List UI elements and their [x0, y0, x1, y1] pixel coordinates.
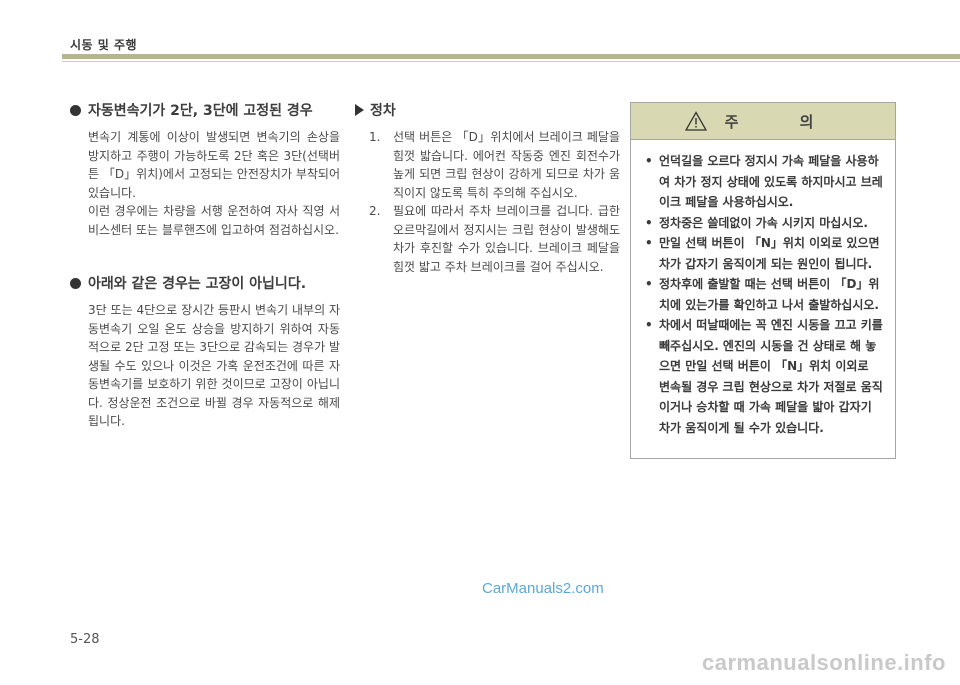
caution-title: 주 의 [724, 112, 842, 131]
page-header: 시동 및 주행 [0, 0, 960, 52]
section-body: 3단 또는 4단으로 장시간 등판시 변속기 내부의 자동변속기 오일 온도 상… [70, 301, 340, 431]
caution-header: 주 의 [631, 103, 895, 140]
list-number: 1. [369, 130, 381, 144]
caution-text: 정차후에 출발할 때는 선택 버튼이 「D」위치에 있는가를 확인하고 나서 출… [659, 277, 880, 312]
caution-item: • 정차중은 쓸데없이 가속 시키지 마십시오. [645, 213, 883, 234]
list-text: 선택 버튼은 「D」위치에서 브레이크 페달을 힘껏 밟습니다. 에어컨 작동중… [393, 130, 620, 200]
triangle-arrow-icon [355, 104, 364, 116]
bullet: • [645, 236, 653, 250]
list-number: 2. [369, 204, 381, 218]
caution-box: 주 의 • 언덕길을 오르다 정지시 가속 페달을 사용하여 차가 정지 상태에 … [630, 102, 896, 459]
bullet: • [645, 154, 653, 168]
list-text: 필요에 따라서 주차 브레이크를 겁니다. 급한 오르막길에서 정지시는 크립 … [393, 204, 620, 274]
section-title: 정차 [370, 103, 396, 119]
warning-triangle-icon [684, 111, 707, 131]
list-item: 1. 선택 버튼은 「D」위치에서 브레이크 페달을 힘껏 밟습니다. 에어컨 … [369, 128, 620, 202]
list-item: 2. 필요에 따라서 주차 브레이크를 겁니다. 급한 오르막길에서 정지시는 … [369, 202, 620, 276]
section-heading-fixed-gear: 자동변속기가 2단, 3단에 고정된 경우 [70, 100, 340, 120]
section-title: 자동변속기가 2단, 3단에 고정된 경우 [88, 103, 313, 119]
caution-item: • 언덕길을 오르다 정지시 가속 페달을 사용하여 차가 정지 상태에 있도록 … [645, 151, 883, 213]
left-column: 자동변속기가 2단, 3단에 고정된 경우 변속기 계통에 이상이 발생되면 변… [70, 100, 340, 431]
bullet: • [645, 277, 653, 291]
caution-text: 차에서 떠날때에는 꼭 엔진 시동을 끄고 키를 빼주십시오. 엔진의 시동을 … [659, 318, 883, 435]
caution-item: • 만일 선택 버튼이 「N」위치 이외로 있으면 차가 갑자기 움직이게 되는 … [645, 233, 883, 274]
caution-text: 언덕길을 오르다 정지시 가속 페달을 사용하여 차가 정지 상태에 있도록 하… [659, 154, 883, 209]
footer-watermark: carmanualsonline.info [702, 650, 946, 675]
header-divider [62, 54, 960, 59]
middle-column: 정차 1. 선택 버튼은 「D」위치에서 브레이크 페달을 힘껏 밟습니다. 에… [355, 100, 620, 276]
section-body: 변속기 계통에 이상이 발생되면 변속기의 손상을 방지하고 주행이 가능하도록… [70, 128, 340, 239]
page-number: 5-28 [70, 632, 100, 647]
caution-list: • 언덕길을 오르다 정지시 가속 페달을 사용하여 차가 정지 상태에 있도록 … [631, 140, 895, 438]
bullet-dot-icon [70, 277, 81, 289]
caution-item: • 정차후에 출발할 때는 선택 버튼이 「D」위치에 있는가를 확인하고 나서 … [645, 274, 883, 315]
section-heading-stopping: 정차 [355, 100, 620, 120]
header-divider-thin [62, 61, 960, 62]
bullet: • [645, 318, 653, 332]
section-title: 아래와 같은 경우는 고장이 아닙니다. [88, 276, 307, 292]
section-heading-not-fault: 아래와 같은 경우는 고장이 아닙니다. [70, 273, 340, 293]
numbered-list: 1. 선택 버튼은 「D」위치에서 브레이크 페달을 힘껏 밟습니다. 에어컨 … [355, 128, 620, 276]
watermark-link[interactable]: CarManuals2.com [482, 580, 604, 597]
bullet: • [645, 215, 653, 230]
paragraph: 3단 또는 4단으로 장시간 등판시 변속기 내부의 자동변속기 오일 온도 상… [88, 303, 340, 428]
paragraph: 이런 경우에는 차량을 서행 운전하여 자사 직영 서비스센터 또는 블루핸즈에… [88, 204, 340, 237]
caution-text: 만일 선택 버튼이 「N」위치 이외로 있으면 차가 갑자기 움직이게 되는 원… [659, 236, 880, 271]
paragraph: 변속기 계통에 이상이 발생되면 변속기의 손상을 방지하고 주행이 가능하도록… [88, 130, 340, 200]
caution-item: • 차에서 떠날때에는 꼭 엔진 시동을 끄고 키를 빼주십시오. 엔진의 시동을… [645, 315, 883, 438]
bullet-dot-icon [70, 104, 81, 116]
caution-text: 정차중은 쓸데없이 가속 시키지 마십시오. [659, 215, 868, 230]
chapter-title: 시동 및 주행 [70, 38, 138, 52]
